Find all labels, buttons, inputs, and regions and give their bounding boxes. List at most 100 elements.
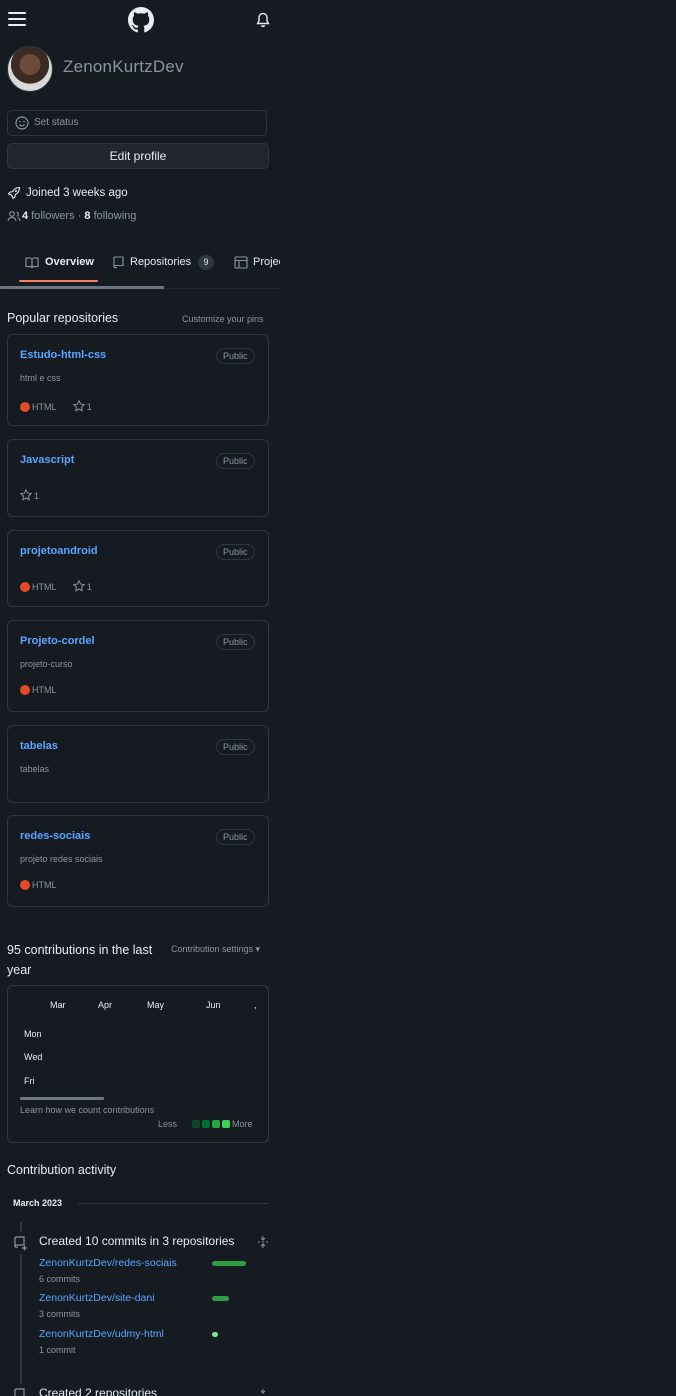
rocket-icon	[7, 186, 21, 200]
commit-repo-link[interactable]: ZenonKurtzDev/udmy-html	[39, 1328, 164, 1340]
visibility-badge: Public	[216, 829, 255, 845]
repo-card: tabelas Public tabelas	[7, 725, 269, 803]
repo-meta: HTML 1	[20, 580, 92, 594]
tab-repositories[interactable]: Repositories 9	[111, 248, 221, 278]
star-count[interactable]: 1	[87, 402, 92, 412]
month-label: Jun	[206, 1000, 221, 1010]
day-label: Mon	[24, 1029, 42, 1039]
repo-description: html e css	[20, 373, 61, 383]
people-icon	[7, 211, 21, 222]
table-icon	[234, 256, 248, 269]
repo-meta: HTML	[20, 880, 57, 894]
repositories-created-heading[interactable]: Created 2 repositories	[39, 1386, 157, 1396]
tab-projects-label: Projec	[253, 256, 280, 268]
commit-count[interactable]: 3 commits	[39, 1309, 80, 1319]
fold-icon[interactable]	[257, 1388, 269, 1396]
fold-icon[interactable]	[257, 1235, 269, 1249]
repo-meta: 1	[20, 489, 39, 503]
tab-repositories-label: Repositories	[130, 256, 192, 268]
calendar-scrollbar[interactable]	[20, 1097, 104, 1100]
visibility-badge: Public	[216, 453, 255, 469]
html-language-dot	[20, 582, 30, 592]
tab-projects[interactable]: Projec	[233, 248, 280, 278]
commit-repo-push-icon	[9, 1232, 31, 1254]
repo-language: HTML	[32, 402, 57, 412]
bell-icon[interactable]	[256, 12, 270, 28]
month-label: Mar	[50, 1000, 66, 1010]
month-label: ,	[254, 1000, 257, 1010]
repo-name-link[interactable]: Javascript	[20, 454, 74, 466]
star-icon[interactable]	[72, 580, 85, 592]
github-mark-icon[interactable]	[128, 7, 154, 33]
repo-card: projetoandroid Public HTML 1	[7, 530, 269, 607]
followers-following: 4 followers · 8 following	[7, 209, 267, 225]
commits-summary-heading[interactable]: Created 10 commits in 3 repositories	[39, 1234, 234, 1248]
followers-label[interactable]: followers	[31, 210, 74, 222]
repo-description: tabelas	[20, 764, 50, 774]
star-count[interactable]: 1	[34, 491, 39, 501]
repo-card: redes-sociais Public projeto redes socia…	[7, 815, 269, 907]
day-label: Fri	[24, 1076, 35, 1086]
repo-name-link[interactable]: projetoandroid	[20, 545, 98, 557]
repo-card: Javascript Public 1	[7, 439, 269, 517]
commit-repo-link[interactable]: ZenonKurtzDev/site-dani	[39, 1292, 155, 1304]
hamburger-menu-icon[interactable]	[8, 12, 26, 26]
day-label: Wed	[24, 1052, 43, 1062]
profile-username: ZenonKurtzDev	[63, 57, 184, 76]
commit-count[interactable]: 6 commits	[39, 1274, 80, 1284]
repo-name-link[interactable]: Projeto-cordel	[20, 635, 95, 647]
commit-share-bar	[212, 1261, 246, 1266]
joined-info: Joined 3 weeks ago	[7, 186, 267, 202]
legend-less: Less	[158, 1119, 178, 1129]
month-label: Apr	[98, 1000, 113, 1010]
tab-overview-label: Overview	[45, 256, 94, 268]
repo-name-link[interactable]: redes-sociais	[20, 830, 90, 842]
html-language-dot	[20, 880, 30, 890]
popular-repositories-title: Popular repositories	[7, 311, 119, 325]
set-status-button[interactable]: Set status	[7, 110, 267, 136]
legend-level-4	[222, 1120, 231, 1128]
contribution-settings-dropdown[interactable]: Contribution settings ▾	[171, 944, 260, 955]
contributions-title: 95 contributions in the last year	[7, 943, 153, 977]
learn-contributions-link[interactable]: Learn how we count contributions	[20, 1105, 154, 1115]
tab-overview[interactable]: Overview	[19, 248, 98, 278]
following-label[interactable]: following	[94, 210, 137, 222]
repo-name-link[interactable]: Estudo-html-css	[20, 349, 106, 361]
page: ZenonKurtzDev Set status Edit profile Jo…	[0, 0, 676, 1396]
profile-tabs: Overview Repositories 9 Projec	[0, 248, 280, 290]
html-language-dot	[20, 685, 30, 695]
commit-share-bar	[212, 1332, 218, 1337]
legend-level-2	[202, 1120, 211, 1128]
legend-level-3	[212, 1120, 221, 1128]
repo-meta: HTML	[20, 685, 57, 699]
activity-month-label: March 2023	[13, 1198, 63, 1208]
github-mobile-profile: ZenonKurtzDev Set status Edit profile Jo…	[0, 0, 280, 1396]
follow-separator: ·	[77, 210, 82, 222]
contribution-calendar: Mar Apr May Jun , Mon Wed Fri Learn how …	[7, 985, 269, 1143]
legend-level-1	[192, 1120, 201, 1128]
smiley-icon	[15, 116, 29, 130]
repo-icon	[113, 256, 124, 269]
followers-count[interactable]: 4	[22, 210, 28, 222]
commit-count[interactable]: 1 commit	[39, 1345, 76, 1355]
star-count[interactable]: 1	[87, 582, 92, 592]
star-icon[interactable]	[20, 489, 32, 501]
book-icon	[25, 257, 39, 269]
commit-share-bar	[212, 1296, 229, 1301]
contribution-legend: Less More	[158, 1119, 253, 1129]
top-bar	[0, 0, 280, 40]
tabs-scrollbar[interactable]	[0, 286, 164, 289]
edit-profile-button[interactable]: Edit profile	[7, 143, 269, 169]
repo-language: HTML	[32, 582, 57, 592]
repo-meta: HTML 1	[20, 400, 92, 414]
month-divider	[78, 1203, 268, 1204]
commit-repo-link[interactable]: ZenonKurtzDev/redes-sociais	[39, 1257, 177, 1269]
following-count[interactable]: 8	[84, 210, 90, 222]
avatar[interactable]	[7, 46, 53, 92]
repo-card: Estudo-html-css Public html e css HTML 1	[7, 334, 269, 426]
customize-pins-link[interactable]: Customize your pins	[182, 314, 264, 324]
star-icon[interactable]	[72, 400, 85, 412]
repo-name-link[interactable]: tabelas	[20, 740, 58, 752]
html-language-dot	[20, 402, 30, 412]
repo-language: HTML	[32, 880, 57, 890]
